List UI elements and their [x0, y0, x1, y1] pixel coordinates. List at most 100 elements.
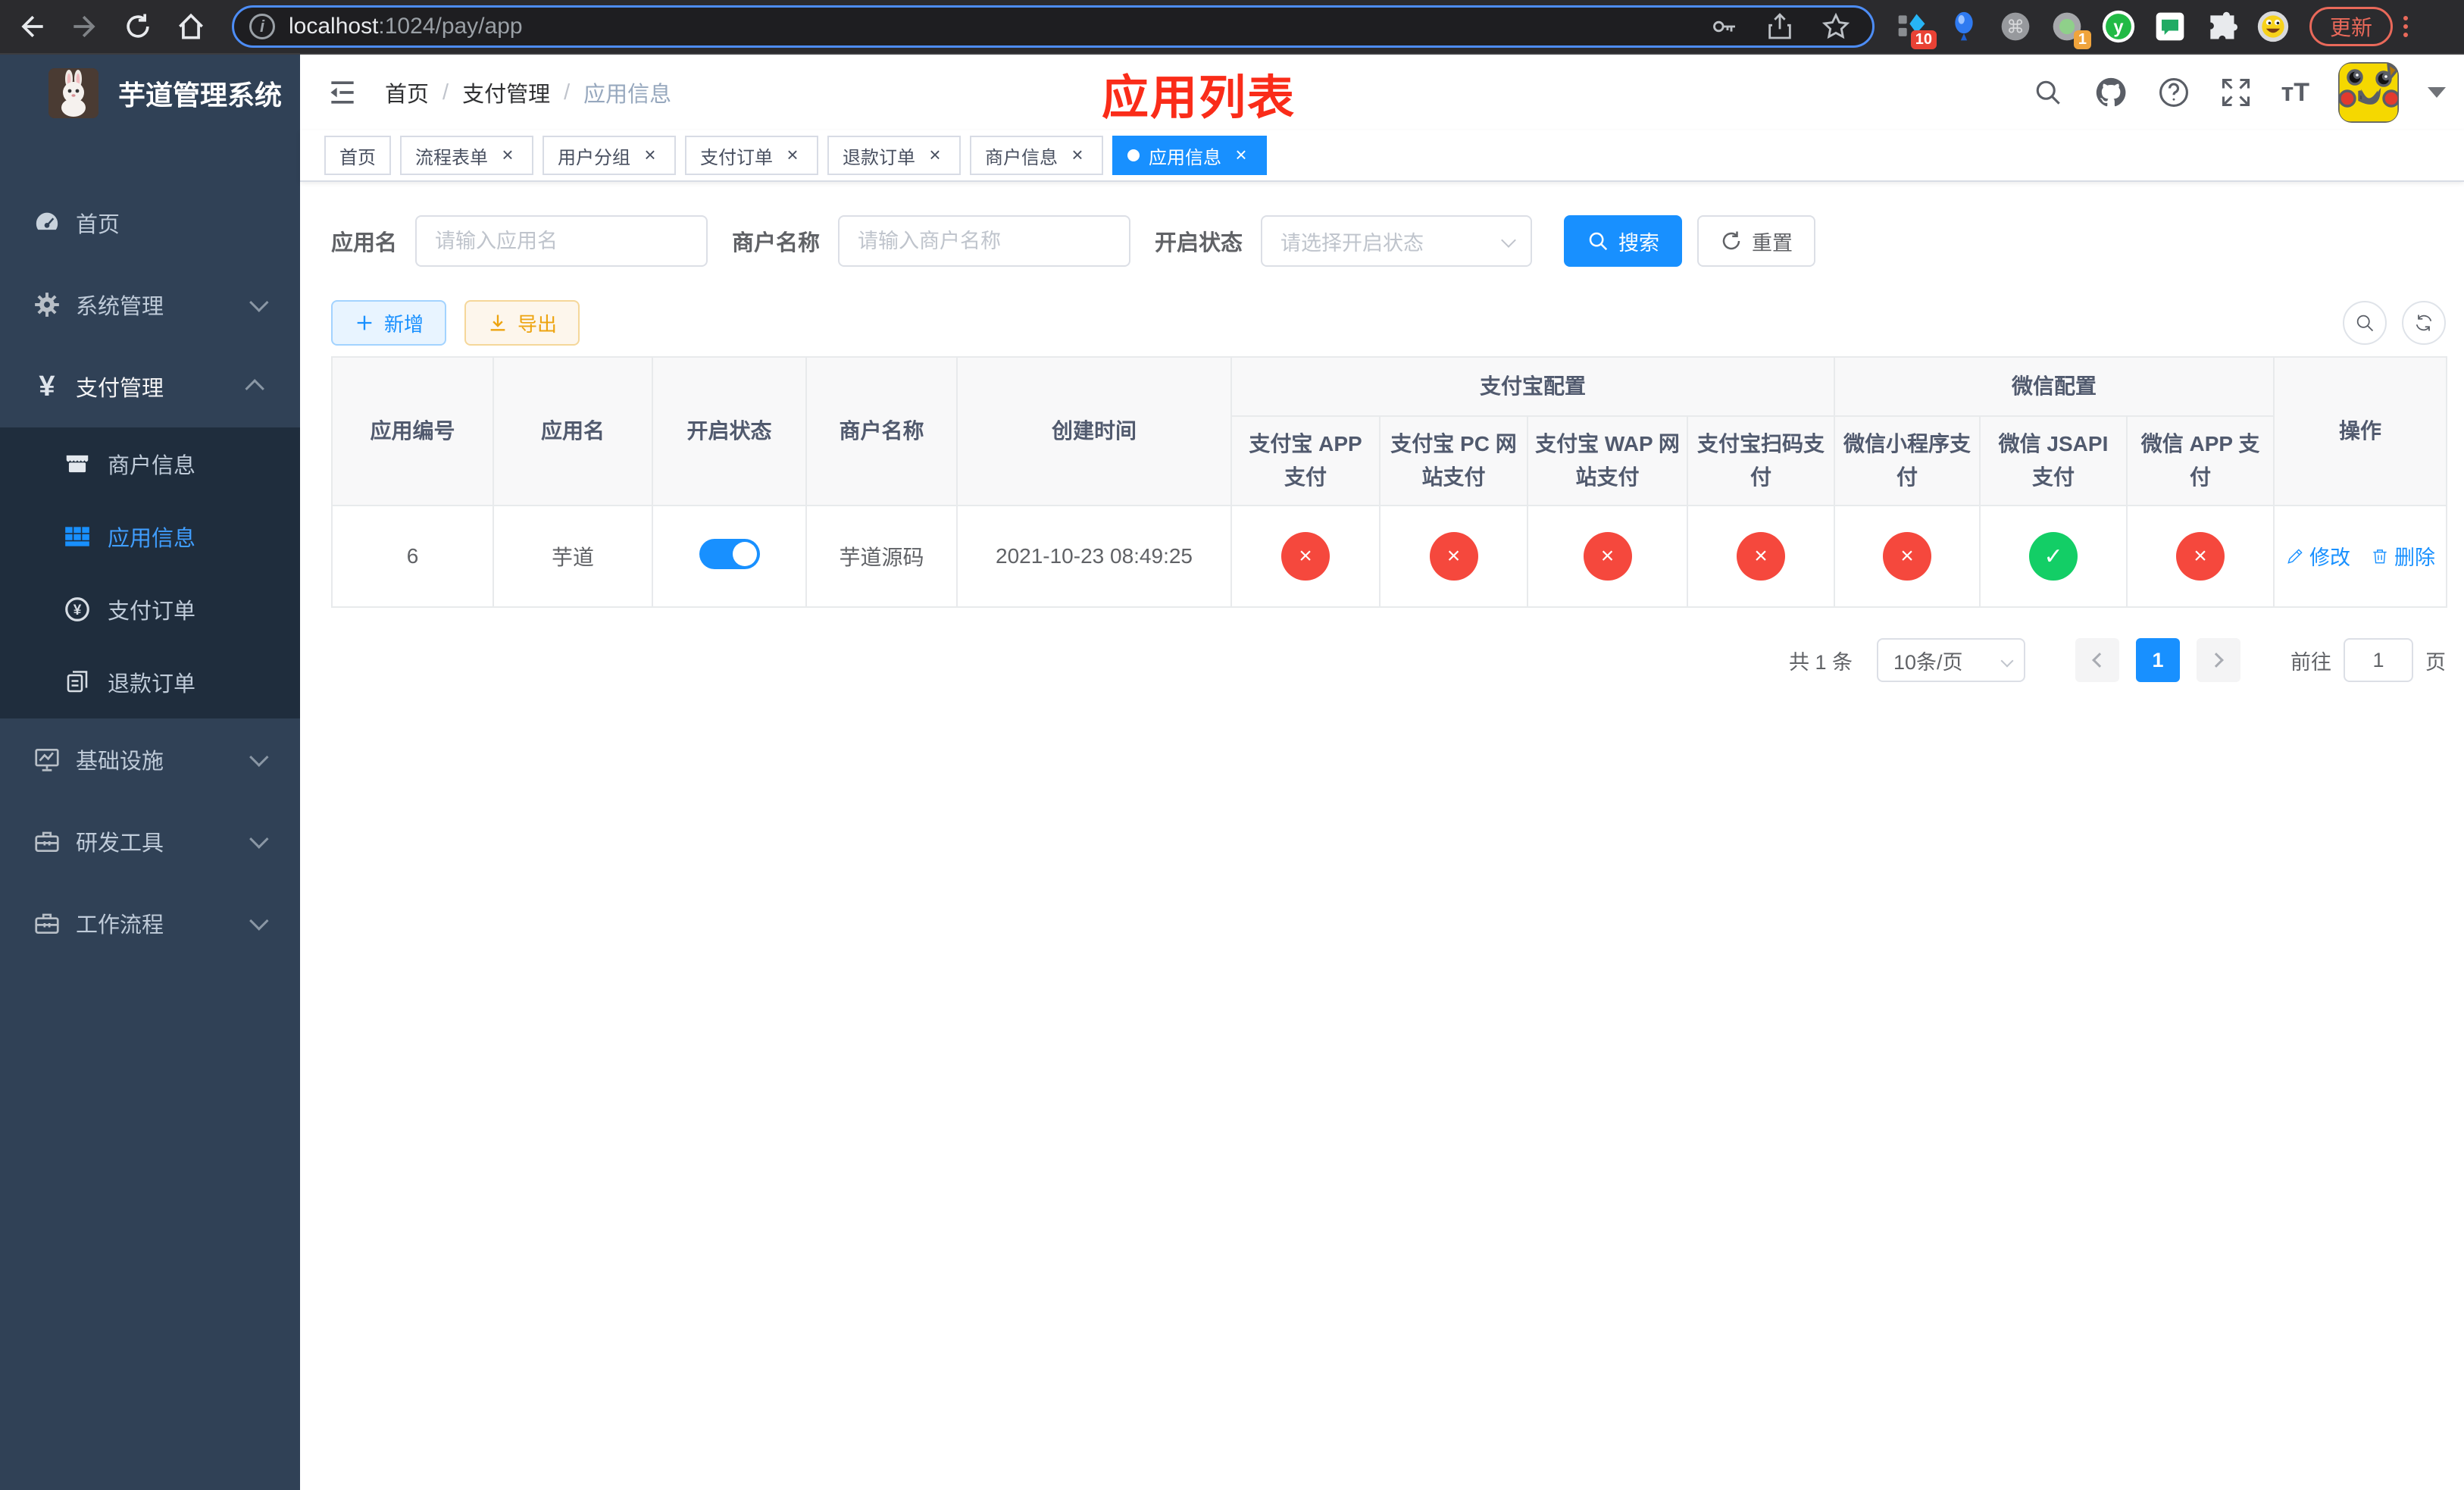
refresh-table-button[interactable] [2402, 301, 2446, 345]
sidebar-item-payment[interactable]: ¥ 支付管理 [0, 346, 300, 427]
extensions-puzzle-button[interactable] [2205, 10, 2238, 43]
sidebar-item-home[interactable]: 首页 [0, 182, 300, 264]
browser-update-button[interactable]: 更新 [2309, 7, 2394, 46]
close-icon[interactable]: × [497, 145, 518, 166]
share-icon[interactable] [1765, 11, 1795, 42]
extension-balloon[interactable] [1947, 10, 1981, 43]
col-wx-jsapi: 微信 JSAPI 支付 [1979, 415, 2128, 506]
tab-merchant-info[interactable]: 商户信息 × [970, 136, 1103, 175]
svg-text:¥: ¥ [73, 603, 82, 618]
password-key-icon[interactable] [1709, 11, 1739, 42]
sidebar-collapse-button[interactable] [320, 70, 365, 115]
extension-command[interactable]: ⌘ [1999, 10, 2032, 43]
close-icon[interactable]: × [782, 145, 803, 166]
export-button[interactable]: 导出 [464, 300, 580, 346]
documents-icon [59, 668, 95, 696]
cell-app-name: 芋道 [492, 505, 653, 608]
browser-back-button[interactable] [11, 5, 53, 48]
tab-process-form[interactable]: 流程表单 × [400, 136, 533, 175]
current-page[interactable]: 1 [2136, 638, 2180, 682]
sidebar-item-infrastructure[interactable]: 基础设施 [0, 718, 300, 800]
breadcrumb-home[interactable]: 首页 [385, 77, 429, 108]
extension-y-green[interactable]: y [2102, 10, 2135, 43]
bookmark-star-icon[interactable] [1821, 11, 1851, 42]
emoji-avatar-icon [2257, 11, 2289, 42]
app-name-label: 应用名 [331, 231, 398, 255]
sidebar-item-app-info[interactable]: 应用信息 [0, 500, 300, 573]
reset-button[interactable]: 重置 [1697, 215, 1816, 267]
shop-icon [59, 449, 95, 478]
sidebar-item-system[interactable]: 系统管理 [0, 264, 300, 346]
chevron-down-icon [249, 829, 269, 849]
cell-actions: 修改 删除 [2273, 505, 2448, 608]
chevron-down-icon [249, 747, 269, 767]
tab-pay-orders[interactable]: 支付订单 × [685, 136, 818, 175]
prev-page-button[interactable] [2075, 638, 2119, 682]
extension-sketch[interactable]: 10 [1896, 10, 1937, 49]
sidebar-menu: 首页 系统管理 ¥ 支付管理 商户信息 应用信息 ¥ 支付订单 退款订单 基础设… [0, 182, 300, 964]
site-info-icon[interactable]: i [249, 14, 275, 39]
col-actions: 操作 [2273, 356, 2448, 506]
tab-user-group[interactable]: 用户分组 × [543, 136, 676, 175]
sidebar-item-refund-orders[interactable]: 退款订单 [0, 646, 300, 718]
browser-menu-button[interactable] [2403, 16, 2409, 37]
total-count: 共 1 条 [1788, 650, 1853, 674]
browser-reload-button[interactable] [117, 5, 159, 48]
edit-link[interactable]: 修改 [2285, 541, 2350, 571]
browser-home-button[interactable] [170, 5, 212, 48]
search-button[interactable]: 搜索 [1564, 215, 1683, 267]
app-name-input[interactable] [415, 215, 708, 267]
sidebar-item-pay-orders[interactable]: ¥ 支付订单 [0, 573, 300, 646]
help-icon[interactable] [2157, 76, 2190, 109]
breadcrumb-payment[interactable]: 支付管理 [462, 77, 550, 108]
toggle-search-button[interactable] [2343, 301, 2387, 345]
delete-link[interactable]: 删除 [2370, 541, 2435, 571]
github-icon[interactable] [2093, 75, 2128, 110]
app-title: 芋道管理系统 [118, 80, 283, 111]
browser-forward-button[interactable] [64, 5, 106, 48]
sidebar-logo[interactable]: 芋道管理系统 [0, 55, 300, 132]
breadcrumb: 首页 / 支付管理 / 应用信息 [385, 77, 671, 108]
sidebar-item-label: 应用信息 [108, 527, 196, 551]
close-icon[interactable]: × [924, 145, 946, 166]
page-size-select[interactable]: 10条/页 [1877, 638, 2025, 682]
close-icon[interactable]: × [1067, 145, 1088, 166]
reload-icon [127, 14, 149, 38]
close-icon[interactable]: × [639, 145, 661, 166]
extension-chat[interactable] [2153, 10, 2187, 43]
sidebar: 芋道管理系统 首页 系统管理 ¥ 支付管理 商户信息 应用信息 ¥ 支付订单 退… [0, 55, 300, 1490]
download-icon [490, 315, 505, 331]
payment-submenu: 商户信息 应用信息 ¥ 支付订单 退款订单 [0, 427, 300, 718]
font-size-icon[interactable]: тT [2281, 78, 2309, 108]
tab-app-info[interactable]: 应用信息 × [1112, 136, 1267, 175]
close-icon[interactable]: × [1230, 145, 1252, 166]
fullscreen-icon[interactable] [2219, 76, 2253, 109]
col-merchant: 商户名称 [805, 356, 958, 506]
sidebar-item-merchant-info[interactable]: 商户信息 [0, 427, 300, 500]
enable-status-select[interactable]: 请选择开启状态 [1261, 215, 1533, 267]
extension-badge: 1 [2073, 30, 2091, 49]
tab-refund-orders[interactable]: 退款订单 × [827, 136, 961, 175]
chevron-down-icon[interactable] [2428, 87, 2446, 98]
cell-alipay-wap: × [1527, 505, 1688, 608]
search-icon [2356, 315, 2374, 332]
url-text[interactable]: localhost:1024/pay/app [289, 14, 1709, 39]
goto-page-input[interactable] [2344, 638, 2413, 682]
add-button[interactable]: 新增 [331, 300, 447, 346]
address-bar[interactable]: i localhost:1024/pay/app [232, 5, 1875, 48]
user-avatar[interactable] [2338, 62, 2399, 123]
extension-recorder[interactable]: 1 [2050, 10, 2091, 49]
next-page-button[interactable] [2197, 638, 2240, 682]
chat-extension-icon [2156, 12, 2184, 41]
enable-toggle[interactable] [699, 538, 760, 569]
cell-created: 2021-10-23 08:49:25 [956, 505, 1232, 608]
search-icon[interactable] [2031, 76, 2065, 109]
sidebar-item-workflow[interactable]: 工作流程 [0, 882, 300, 964]
cell-wx-jsapi: ✓ [1979, 505, 2128, 608]
browser-profile-avatar[interactable] [2256, 10, 2290, 43]
merchant-name-label: 商户名称 [732, 231, 821, 255]
sidebar-item-dev-tools[interactable]: 研发工具 [0, 800, 300, 882]
merchant-name-input[interactable] [838, 215, 1131, 267]
group-header-alipay: 支付宝配置 [1230, 356, 1836, 417]
tab-home[interactable]: 首页 [324, 136, 391, 175]
